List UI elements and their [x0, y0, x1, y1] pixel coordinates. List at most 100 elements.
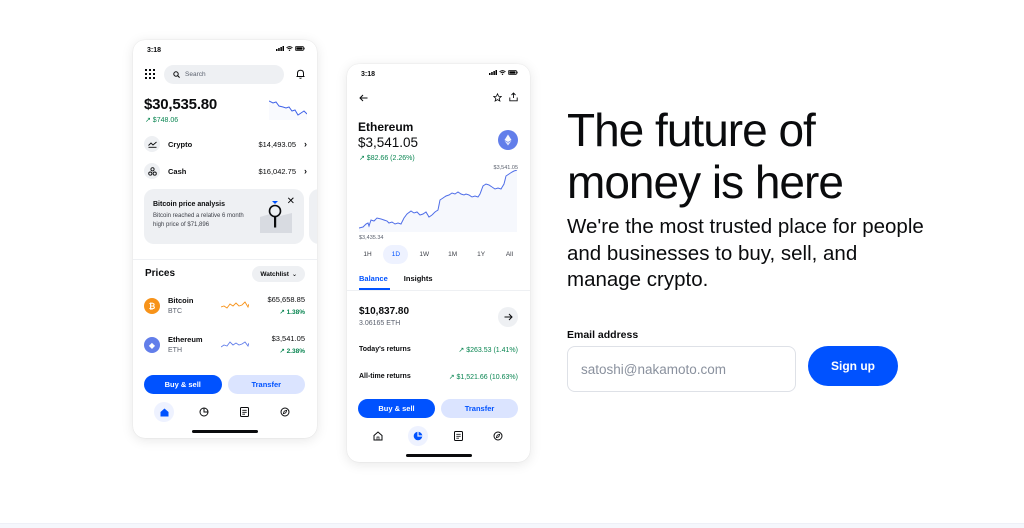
range-1d[interactable]: 1D: [383, 244, 409, 264]
asset-price: $3,541.05: [358, 135, 419, 150]
tab-balance[interactable]: Balance: [359, 274, 388, 283]
holdings-quantity: 3.06165 ETH: [359, 320, 401, 327]
action-buttons: Buy & sell Transfer: [358, 399, 518, 418]
next-section-edge: [0, 523, 1024, 528]
chevron-right-icon: ›: [304, 166, 307, 176]
system-icons: [276, 46, 305, 51]
range-1m[interactable]: 1M: [440, 245, 465, 264]
ethereum-sparkline: [221, 341, 249, 348]
holdings-value: $10,837.80: [359, 306, 410, 317]
asset-change: ↗ 1.38%: [279, 309, 305, 316]
status-time: 3:18: [361, 71, 376, 78]
account-amount: $14,493.05: [258, 139, 296, 149]
range-1h[interactable]: 1H: [355, 245, 380, 264]
status-bar: 3:18: [347, 64, 530, 86]
transfer-button[interactable]: Transfer: [227, 375, 305, 394]
hero-title-line-2: money is here: [567, 156, 844, 208]
battery-icon: [508, 70, 518, 75]
transfer-button[interactable]: Transfer: [441, 399, 518, 418]
battery-icon: [295, 46, 305, 51]
account-amount: $16,042.75: [258, 166, 296, 176]
phone-mockup-home: 3:18 Search $30,535.80 ↗ $748.06 Crypto …: [133, 40, 317, 438]
back-arrow-icon[interactable]: [359, 94, 368, 102]
total-balance: $30,535.80: [144, 96, 218, 113]
arrow-right-icon: [504, 313, 513, 321]
asset-price: $65,658.85: [267, 295, 305, 304]
returns-value: ↗ $1,521.66 (10.63%): [448, 374, 518, 381]
email-input[interactable]: [567, 346, 796, 392]
chevron-right-icon: ›: [304, 139, 307, 149]
detail-nav-bar: [359, 92, 518, 106]
search-icon: [173, 70, 180, 78]
holdings-details-button[interactable]: [498, 307, 518, 327]
portfolio-icon[interactable]: [408, 426, 428, 446]
chevron-down-icon: ⌄: [291, 271, 297, 278]
watchlist-label: Watchlist: [260, 270, 289, 278]
apps-grid-icon[interactable]: [145, 69, 155, 79]
bottom-tab-bar: [358, 426, 518, 446]
buy-sell-button[interactable]: Buy & sell: [358, 399, 435, 418]
wifi-icon: [286, 46, 293, 51]
search-placeholder: Search: [185, 70, 206, 78]
explore-icon[interactable]: [275, 402, 295, 422]
bitcoin-sparkline: [221, 301, 249, 309]
promo-title: Bitcoin price analysis: [153, 201, 225, 208]
range-all[interactable]: All: [497, 245, 522, 264]
wifi-icon: [499, 70, 506, 75]
range-1w[interactable]: 1W: [412, 245, 437, 264]
watchlist-dropdown[interactable]: Watchlist ⌄: [252, 266, 305, 282]
next-promo-card[interactable]: [309, 189, 317, 244]
asset-name: Ethereum: [168, 335, 203, 344]
home-icon[interactable]: [154, 402, 175, 422]
explore-icon[interactable]: [488, 426, 508, 446]
asset-row-bitcoin[interactable]: ₿ Bitcoin BTC $65,658.85 ↗ 1.38%: [144, 294, 305, 320]
share-icon[interactable]: [509, 92, 518, 102]
close-icon[interactable]: ✕: [287, 196, 295, 207]
news-icon[interactable]: [235, 402, 255, 422]
sign-up-button[interactable]: Sign up: [808, 346, 898, 386]
phone-mockup-asset-detail: 3:18 Ethereum $3,541.05 ↗ $82.66 (2.26%)…: [347, 64, 530, 462]
email-label: Email address: [567, 329, 639, 341]
signal-icon: [276, 46, 284, 51]
portfolio-icon[interactable]: [194, 402, 214, 422]
asset-price: $3,541.05: [271, 334, 305, 343]
search-input[interactable]: Search: [164, 64, 284, 84]
news-icon[interactable]: [448, 426, 468, 446]
returns-row-today: Today's returns ↗ $263.53 (1.41%): [359, 346, 518, 358]
chart-low-label: $3,435.34: [359, 235, 384, 241]
promo-card[interactable]: Bitcoin price analysis Bitcoin reached a…: [144, 189, 304, 244]
chart-line-icon: [144, 136, 160, 152]
buy-sell-button[interactable]: Buy & sell: [144, 375, 222, 394]
home-icon[interactable]: [368, 426, 388, 446]
system-icons: [489, 70, 518, 75]
bottom-tab-bar: [144, 402, 305, 422]
hero-title: The future of money is here: [567, 104, 844, 208]
ethereum-icon: ◆: [144, 337, 160, 353]
status-time: 3:18: [147, 47, 162, 54]
status-bar: 3:18: [133, 40, 317, 62]
home-indicator: [405, 454, 472, 457]
returns-value: ↗ $263.53 (1.41%): [458, 347, 518, 354]
tab-insights[interactable]: Insights: [404, 274, 433, 283]
bell-icon[interactable]: [296, 69, 305, 79]
action-buttons: Buy & sell Transfer: [144, 375, 305, 394]
ethereum-icon: [498, 130, 518, 150]
top-bar: Search: [145, 64, 305, 84]
signal-icon: [489, 70, 497, 75]
divider: [347, 290, 530, 291]
asset-symbol: ETH: [168, 347, 182, 354]
asset-row-ethereum[interactable]: ◆ Ethereum ETH $3,541.05 ↗ 2.38%: [144, 333, 305, 359]
balance-change: ↗ $748.06: [145, 117, 179, 124]
account-row-crypto[interactable]: Crypto $14,493.05 ›: [144, 134, 307, 154]
asset-symbol: BTC: [168, 308, 182, 315]
home-indicator: [192, 430, 258, 433]
price-chart: [359, 170, 518, 232]
promo-description: Bitcoin reached a relative 6 month high …: [153, 213, 244, 228]
account-row-cash[interactable]: Cash $16,042.75 ›: [144, 161, 307, 181]
prices-heading: Prices: [145, 268, 176, 279]
asset-change: ↗ $82.66 (2.26%): [359, 155, 415, 162]
range-1y[interactable]: 1Y: [469, 245, 494, 264]
bitcoin-icon: ₿: [144, 298, 160, 314]
time-range-selector: 1H 1D 1W 1M 1Y All: [355, 244, 522, 264]
star-icon[interactable]: [493, 93, 502, 102]
